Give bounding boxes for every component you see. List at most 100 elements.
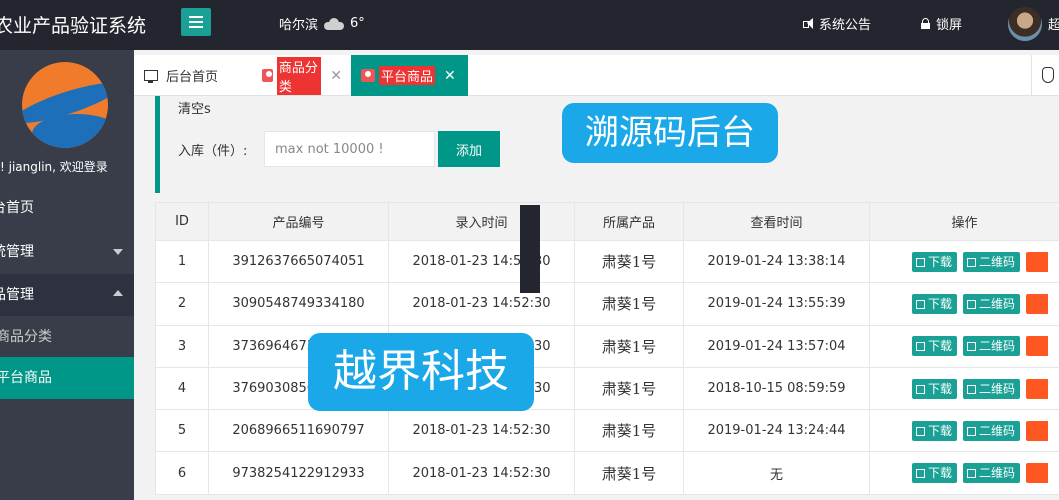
column-header: 操作 <box>869 202 1059 241</box>
delete-button[interactable] <box>1026 463 1049 484</box>
delete-button[interactable] <box>1026 378 1049 399</box>
chevron-up-icon <box>113 290 123 296</box>
sidebar-item-products[interactable]: 品管理 <box>0 274 134 316</box>
stock-label: 入库（件）: <box>178 144 248 159</box>
qrcode-label: 二维码 <box>979 466 1016 481</box>
tab-category[interactable]: 商品分类 ✕ <box>252 55 352 96</box>
sidebar-item-platform-goods[interactable]: 平台商品 <box>0 357 134 399</box>
delete-button[interactable] <box>1026 293 1049 314</box>
stock-quantity-input[interactable] <box>264 131 435 167</box>
cell-entry-time: 2018-01-23 14:52:30 <box>388 451 575 495</box>
speaker-icon <box>803 18 815 29</box>
sidebar-item-home[interactable]: 台首页 <box>0 187 134 229</box>
lock-screen-link[interactable]: 锁屏 <box>921 14 962 33</box>
sidebar-item-category[interactable]: 商品分类 <box>0 316 134 358</box>
logo-icon <box>22 62 108 148</box>
download-button[interactable]: 下载 <box>912 336 958 357</box>
cell-entry-time: 2018-01-23 14:52:30 <box>388 239 575 284</box>
tab-platform-goods[interactable]: 平台商品 ✕ <box>351 55 468 96</box>
edit-icon <box>916 426 925 436</box>
edit-icon <box>916 257 925 267</box>
download-button[interactable]: 下载 <box>912 251 958 272</box>
welcome-text: ! jianglin, 欢迎登录 <box>0 160 108 174</box>
cell-code: 9738254122912933 <box>208 451 389 495</box>
cell-view-time: 2018-10-15 08:59:59 <box>683 366 870 411</box>
sidebar-item-system[interactable]: 统管理 <box>0 231 134 273</box>
cell-code: 3912637665074051 <box>208 239 389 284</box>
table-row: 6 9738254122912933 2018-01-23 14:52:30 肃… <box>155 451 1059 495</box>
lock-screen-label: 锁屏 <box>936 18 963 33</box>
add-button[interactable]: 添加 <box>438 131 500 167</box>
user-name[interactable]: 超 <box>1048 14 1059 33</box>
cell-view-time: 2019-01-24 13:57:04 <box>683 324 870 368</box>
edit-icon <box>967 342 977 352</box>
temperature-label: 6° <box>350 16 365 31</box>
edit-icon <box>916 384 925 394</box>
hamburger-icon-line <box>189 26 203 28</box>
column-header: 产品编号 <box>208 202 389 241</box>
download-button[interactable]: 下载 <box>912 420 958 441</box>
column-header: 所属产品 <box>574 202 684 241</box>
tab-home[interactable]: 后台首页 <box>134 55 252 96</box>
qrcode-button[interactable]: 二维码 <box>963 420 1021 441</box>
sidebar-item-label: 品管理 <box>0 287 34 303</box>
download-button[interactable]: 下载 <box>912 293 958 314</box>
close-icon[interactable]: ✕ <box>330 68 342 84</box>
table-row: 4 3769030856323457 2018-01-23 14:52:30 肃… <box>155 366 1059 411</box>
avatar[interactable] <box>1008 7 1042 41</box>
qrcode-button[interactable]: 二维码 <box>963 251 1021 272</box>
goods-table: ID 产品编号 录入时间 所属产品 查看时间 操作 1 391263766507… <box>155 202 1059 495</box>
column-header: 查看时间 <box>683 202 870 241</box>
menu-toggle-button[interactable] <box>181 8 211 36</box>
watermark-badge: 溯源码后台 <box>562 103 778 163</box>
download-button[interactable]: 下载 <box>912 463 958 484</box>
tab-label: 平台商品 <box>379 66 436 85</box>
sidebar-item-label: 统管理 <box>0 244 34 260</box>
qrcode-button[interactable]: 二维码 <box>963 463 1021 484</box>
cell-actions: 下载 二维码 <box>869 324 1059 368</box>
city-label: 哈尔滨 <box>279 18 319 33</box>
cell-id: 4 <box>155 366 209 411</box>
tag-icon <box>262 69 273 82</box>
qrcode-label: 二维码 <box>979 254 1016 269</box>
cloud-icon <box>324 17 345 30</box>
monitor-icon <box>144 70 158 83</box>
edit-icon <box>916 299 925 309</box>
cell-entry-time: 2018-01-23 14:52:30 <box>388 409 575 453</box>
cell-id: 3 <box>155 324 209 368</box>
sidebar: ! jianglin, 欢迎登录 台首页 统管理 品管理 商品分类 平台商品 <box>0 50 134 500</box>
edit-icon <box>967 384 977 394</box>
qrcode-button[interactable]: 二维码 <box>963 293 1021 314</box>
sidebar-item-label: 平台商品 <box>0 370 52 386</box>
cell-entry-time: 2018-01-23 14:52:30 <box>388 282 575 326</box>
lock-icon <box>921 18 930 29</box>
cell-id: 6 <box>155 451 209 495</box>
tab-label: 商品分类 <box>276 56 322 95</box>
system-notice-link[interactable]: 系统公告 <box>803 14 871 33</box>
column-header: ID <box>155 202 209 241</box>
table-header-row: ID 产品编号 录入时间 所属产品 查看时间 操作 <box>155 202 1059 241</box>
cell-product: 肃葵1号 <box>574 451 684 495</box>
cell-product: 肃葵1号 <box>574 324 684 368</box>
tab-menu-button[interactable] <box>1031 55 1059 96</box>
app-title: 农业产品验证系统 <box>0 15 147 37</box>
delete-button[interactable] <box>1026 336 1049 357</box>
delete-button[interactable] <box>1026 420 1049 441</box>
qrcode-button[interactable]: 二维码 <box>963 378 1021 399</box>
tab-label: 后台首页 <box>166 70 219 85</box>
download-label: 下载 <box>928 339 953 354</box>
table-row: 5 2068966511690797 2018-01-23 14:52:30 肃… <box>155 409 1059 453</box>
cell-product: 肃葵1号 <box>574 239 684 284</box>
download-button[interactable]: 下载 <box>912 378 958 399</box>
download-label: 下载 <box>928 296 953 311</box>
cell-id: 5 <box>155 409 209 453</box>
system-notice-label: 系统公告 <box>819 18 872 33</box>
delete-button[interactable] <box>1026 251 1049 272</box>
qrcode-label: 二维码 <box>979 423 1016 438</box>
cell-actions: 下载 二维码 <box>869 409 1059 453</box>
table-row: 2 3090548749334180 2018-01-23 14:52:30 肃… <box>155 282 1059 326</box>
download-label: 下载 <box>928 381 953 396</box>
clear-text[interactable]: 清空s <box>178 98 211 117</box>
qrcode-button[interactable]: 二维码 <box>963 336 1021 357</box>
close-icon[interactable]: ✕ <box>444 68 456 84</box>
